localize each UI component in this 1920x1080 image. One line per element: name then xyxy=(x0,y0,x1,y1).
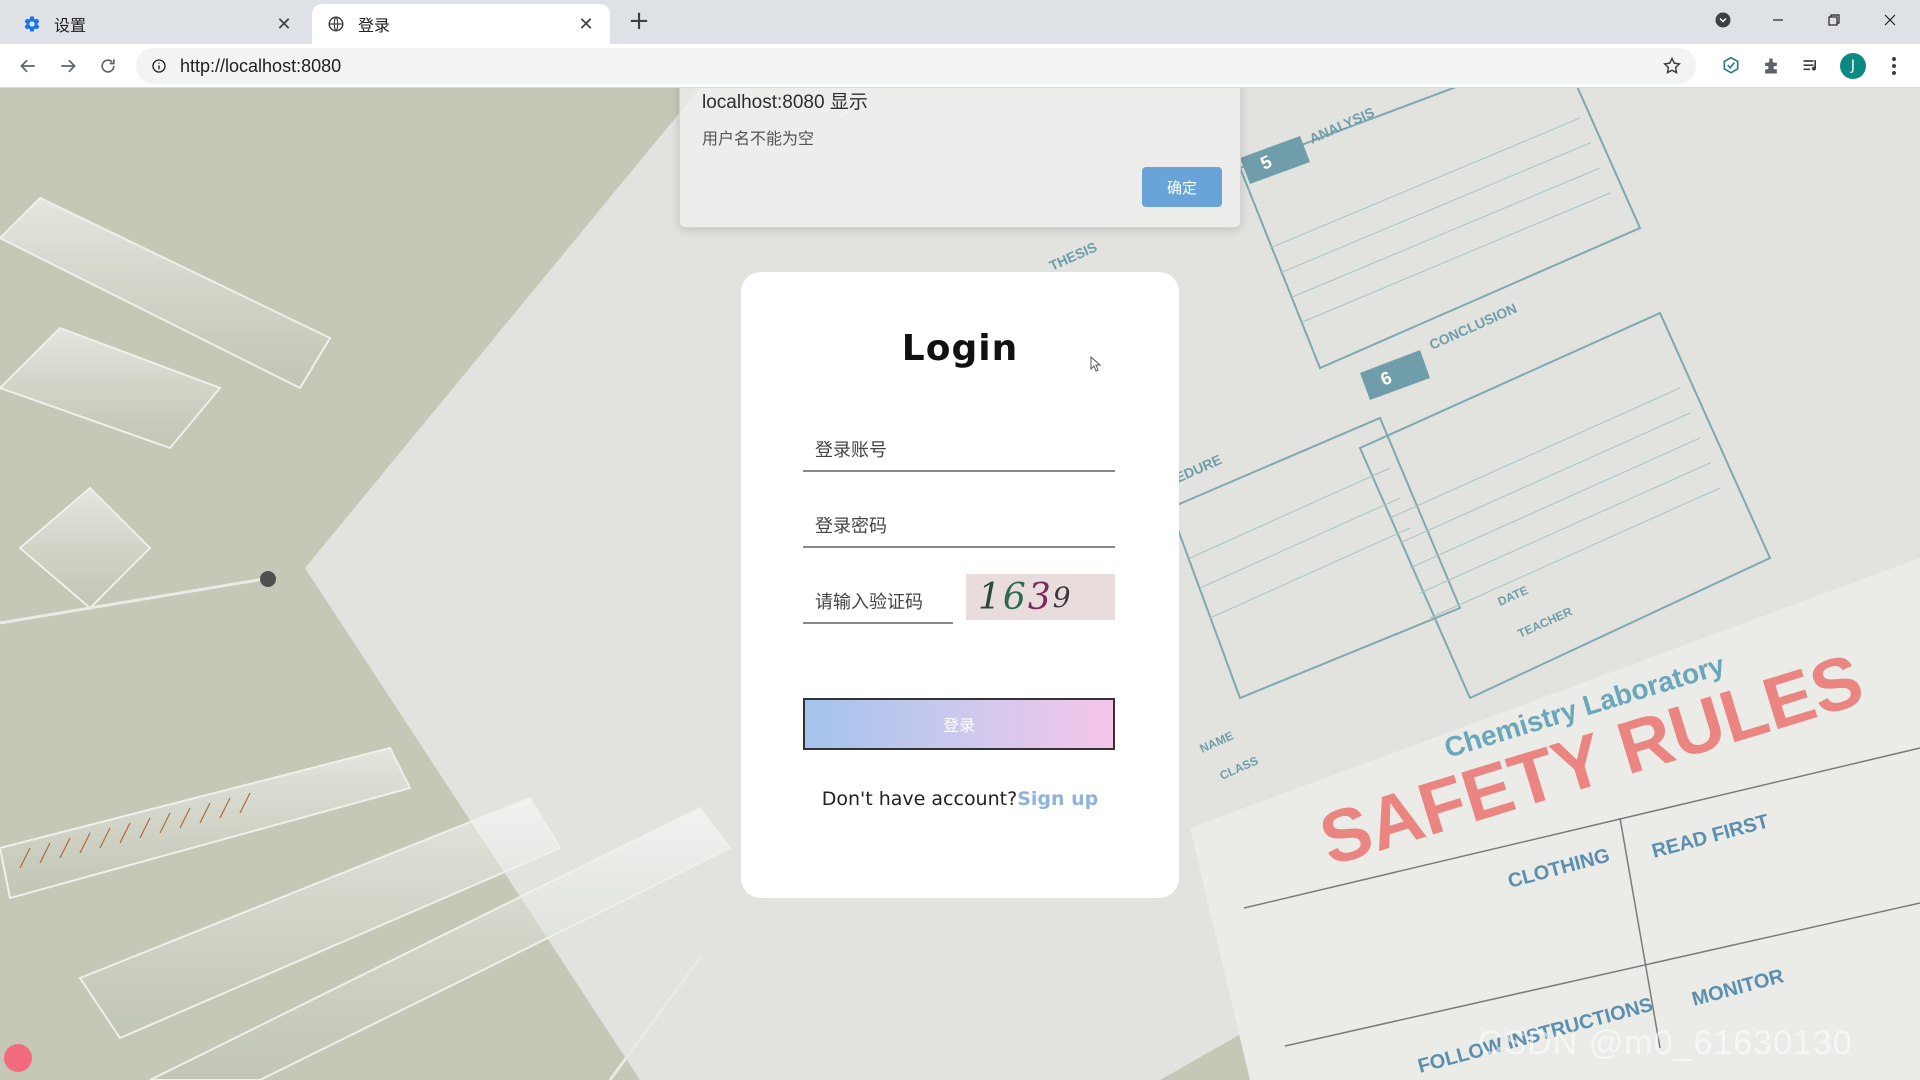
tab-strip: 设置 ✕ 登录 ✕ + xyxy=(0,0,1920,44)
signup-link[interactable]: Sign up xyxy=(1017,788,1098,810)
mouse-cursor-icon xyxy=(1090,355,1102,376)
login-button[interactable]: 登录 xyxy=(803,698,1115,750)
extensions-puzzle-icon[interactable] xyxy=(1757,52,1785,80)
captcha-input[interactable]: 请输入验证码 xyxy=(803,574,953,624)
profile-avatar[interactable]: J xyxy=(1840,53,1866,79)
captcha-image[interactable]: 1 6 3 9 xyxy=(966,574,1115,620)
minimize-icon[interactable] xyxy=(1750,0,1806,40)
tab-login[interactable]: 登录 ✕ xyxy=(312,4,610,44)
tab-title: 设置 xyxy=(54,16,87,35)
captcha-char: 6 xyxy=(1002,576,1028,618)
signup-row: Don't have account?Sign up xyxy=(741,788,1179,810)
globe-icon xyxy=(326,14,346,34)
browser-toolbar: http://localhost:8080 J xyxy=(0,44,1920,88)
url-text[interactable]: http://localhost:8080 xyxy=(180,56,341,77)
signup-prompt: Don't have account? xyxy=(821,788,1018,810)
login-title: Login xyxy=(901,328,1019,369)
alert-message: 用户名不能为空 xyxy=(702,129,815,148)
tab-title: 登录 xyxy=(358,16,391,35)
alert-ok-button[interactable]: 确定 xyxy=(1142,167,1222,207)
alert-title: localhost:8080 显示 xyxy=(702,92,868,113)
more-menu-icon[interactable] xyxy=(1880,52,1908,80)
forward-arrow-icon[interactable] xyxy=(52,50,84,82)
bookmark-star-icon[interactable] xyxy=(1662,56,1682,80)
media-queue-icon[interactable] xyxy=(1797,52,1825,80)
extension-shield-icon[interactable] xyxy=(1717,52,1745,80)
back-arrow-icon[interactable] xyxy=(12,50,44,82)
reload-icon[interactable] xyxy=(92,50,124,82)
close-icon[interactable]: ✕ xyxy=(576,14,596,35)
username-placeholder: 登录账号 xyxy=(815,440,887,461)
tab-search-icon[interactable] xyxy=(1695,0,1751,40)
new-tab-icon[interactable]: + xyxy=(624,6,654,36)
captcha-char: 9 xyxy=(1052,580,1073,614)
tab-settings[interactable]: 设置 ✕ xyxy=(8,4,308,44)
login-card: Login 登录账号 登录密码 请输入验证码 1 6 3 9 登录 Don't … xyxy=(741,272,1179,898)
username-input[interactable]: 登录账号 xyxy=(803,422,1115,472)
password-input[interactable]: 登录密码 xyxy=(803,498,1115,548)
gear-icon xyxy=(22,14,42,34)
watermark: CSDN @m0_61630130 xyxy=(1478,1024,1853,1062)
restore-icon[interactable] xyxy=(1806,0,1862,40)
alert-dialog: localhost:8080 显示 用户名不能为空 确定 xyxy=(679,88,1241,228)
window-close-icon[interactable] xyxy=(1862,0,1918,40)
page-viewport: ANALYSIS CONCLUSION THESIS EDURE DATE TE… xyxy=(0,88,1920,1080)
captcha-char: 1 xyxy=(978,576,1003,618)
password-placeholder: 登录密码 xyxy=(815,516,887,537)
close-icon[interactable]: ✕ xyxy=(274,14,294,35)
address-bar[interactable]: http://localhost:8080 xyxy=(136,48,1696,84)
captcha-placeholder: 请输入验证码 xyxy=(815,592,923,613)
info-icon[interactable] xyxy=(150,57,168,75)
captcha-char: 3 xyxy=(1027,576,1053,618)
